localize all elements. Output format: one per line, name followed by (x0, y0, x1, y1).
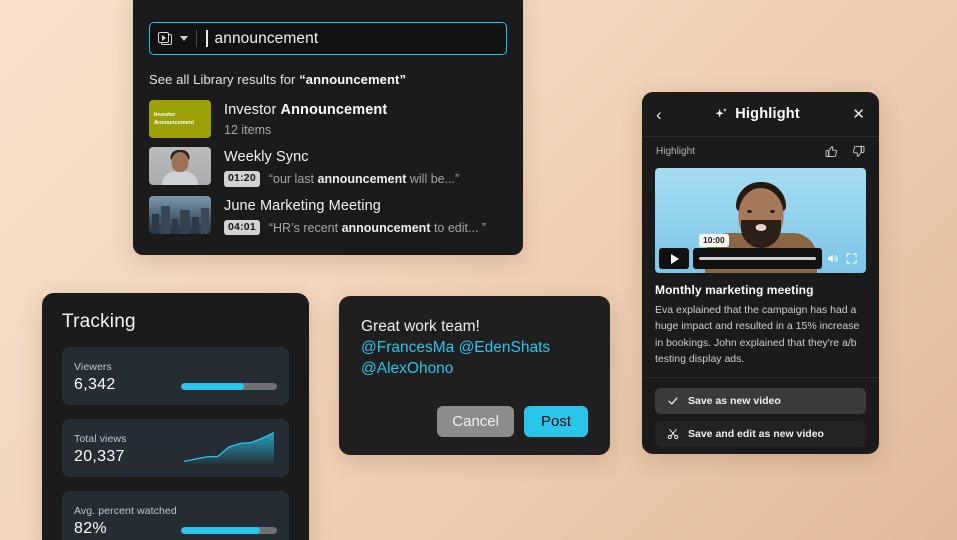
metric-text: Viewers 6,342 (74, 361, 116, 394)
result-title: Weekly Sync (224, 149, 309, 165)
search-result-item[interactable]: June Marketing Meeting 04:01 “HR’s recen… (149, 187, 507, 236)
result-quote: “our last announcement will be...” (269, 172, 459, 186)
see-all-term: “announcement” (299, 72, 407, 87)
highlight-panel: ‹ Highlight ✕ Highlight 10:00 Monthly ma… (642, 92, 879, 454)
total-views-sparkline (183, 432, 275, 465)
metric-text: Avg. percent watched 82% (74, 505, 177, 538)
search-result-item[interactable]: Weekly Sync 01:20 “our last announcement… (149, 138, 507, 187)
result-text-block: Weekly Sync 01:20 “our last announcement… (224, 147, 507, 187)
metric-card-total-views: Total views 20,337 (62, 419, 289, 477)
metric-card-viewers: Viewers 6,342 (62, 347, 289, 405)
result-subtitle: 12 items (224, 123, 272, 138)
search-input-field[interactable]: announcement (149, 22, 507, 55)
result-quote: “HR’s recent announcement to edit... ” (269, 221, 486, 235)
video-player-controls: 10:00 (659, 234, 862, 269)
result-title-plain: Investor (224, 102, 281, 118)
time-tooltip: 10:00 (699, 234, 729, 248)
highlight-body: Monthly marketing meeting Eva explained … (642, 273, 879, 367)
comment-text[interactable]: Great work team! @FrancesMa @EdenShats @… (361, 316, 588, 380)
text-caret (206, 30, 208, 47)
highlight-subbar-label: Highlight (656, 145, 695, 157)
highlight-video-title: Monthly marketing meeting (655, 283, 814, 297)
highlight-description: Eva explained that the campaign has had … (655, 304, 860, 365)
quote-post: to edit... ” (430, 220, 487, 235)
player-right-icons (826, 252, 862, 265)
sparkle-icon (715, 107, 727, 117)
save-as-new-video-button[interactable]: Save as new video (655, 388, 866, 415)
quote-pre: “our last (268, 171, 318, 186)
highlight-subbar: Highlight (642, 137, 879, 165)
thumbs-down-icon[interactable] (852, 145, 865, 158)
search-input-value: announcement (214, 29, 319, 47)
person-portrait-thumbnail (149, 147, 211, 185)
highlight-title: Highlight (735, 106, 800, 122)
result-quote-row: 04:01 “HR’s recent announcement to edit.… (224, 219, 507, 236)
result-text-block: June Marketing Meeting 04:01 “HR’s recen… (224, 196, 507, 236)
metric-value: 82% (74, 520, 107, 537)
highlight-title-wrap: Highlight (714, 106, 800, 122)
metric-progress-bar (181, 527, 277, 534)
chevron-down-icon[interactable] (180, 36, 188, 41)
comment-line-1: Great work team! (361, 318, 480, 335)
check-icon (668, 397, 678, 405)
rating-icons (825, 145, 865, 158)
timestamp-badge[interactable]: 04:01 (224, 219, 260, 236)
metric-value: 6,342 (74, 376, 116, 393)
metric-label: Total views (74, 433, 127, 445)
video-stack-icon[interactable] (158, 31, 175, 46)
result-text-block: Investor Announcement 12 items (224, 100, 507, 137)
action-label: Save as new video (688, 395, 781, 408)
scissors-icon (667, 429, 679, 440)
close-icon[interactable]: ✕ (852, 107, 865, 122)
quote-highlight: announcement (317, 171, 407, 186)
play-icon[interactable] (659, 248, 689, 269)
highlight-actions: Save as new video Save and edit as new v… (642, 377, 879, 448)
thumbs-up-icon[interactable] (825, 145, 838, 158)
comment-actions: Cancel Post (437, 406, 588, 437)
tracking-panel: Tracking Viewers 6,342 Total views 20,33… (42, 293, 309, 540)
comment-mentions-line-2[interactable]: @AlexOhono (361, 360, 453, 377)
cancel-button[interactable]: Cancel (437, 406, 514, 437)
library-search-panel: announcement See all Library results for… (133, 0, 523, 255)
search-result-item[interactable]: Investor Announcement Investor Announceme… (149, 91, 507, 138)
comment-mentions-line-1[interactable]: @FrancesMa @EdenShats (361, 339, 550, 356)
quote-pre: “HR’s recent (268, 220, 342, 235)
post-button[interactable]: Post (523, 406, 588, 437)
metric-progress-bar (181, 383, 277, 390)
metric-text: Total views 20,337 (74, 433, 126, 466)
highlight-header: ‹ Highlight ✕ (642, 92, 879, 137)
fullscreen-icon[interactable] (845, 252, 858, 265)
metric-label: Avg. percent watched (74, 505, 177, 517)
result-title: Investor Announcement (224, 101, 507, 119)
metric-value: 20,337 (74, 448, 125, 465)
result-title: June Marketing Meeting (224, 197, 381, 214)
save-and-edit-as-new-video-button[interactable]: Save and edit as new video (655, 421, 866, 448)
investor-announcement-thumbnail: Investor Announcement (149, 100, 211, 138)
video-progress-bar[interactable]: 10:00 (693, 234, 822, 269)
tracking-title: Tracking (62, 311, 136, 332)
action-label: Save and edit as new video (688, 428, 824, 441)
see-all-prefix: See all Library results for (149, 72, 300, 87)
volume-icon[interactable] (826, 252, 839, 265)
highlight-video-preview[interactable]: 10:00 (655, 168, 866, 273)
input-divider (196, 30, 197, 47)
thumbnail-caption: Investor Announcement (154, 111, 195, 126)
result-title-bold: Announcement (280, 102, 388, 118)
result-quote-row: 01:20 “our last announcement will be...” (224, 171, 507, 187)
quote-highlight: announcement (341, 220, 431, 235)
quote-post: will be...” (406, 171, 460, 186)
see-all-results-link[interactable]: See all Library results for “announcemen… (149, 72, 507, 87)
metric-card-avg-percent-watched: Avg. percent watched 82% (62, 491, 289, 540)
metric-label: Viewers (74, 361, 112, 373)
timestamp-badge[interactable]: 01:20 (224, 171, 260, 187)
comment-composer-panel: Great work team! @FrancesMa @EdenShats @… (339, 296, 610, 455)
chevron-left-icon[interactable]: ‹ (656, 106, 662, 123)
city-skyline-thumbnail (149, 195, 211, 234)
